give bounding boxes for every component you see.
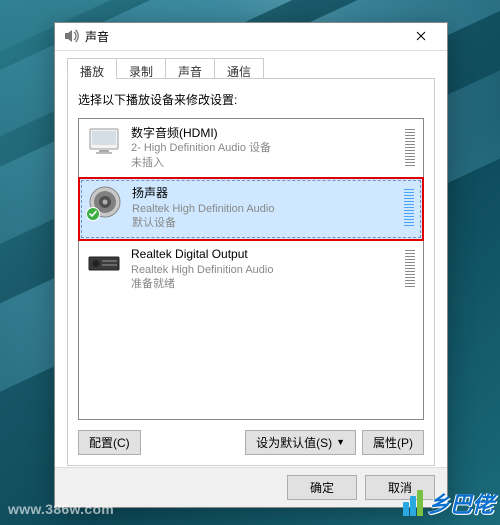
device-row-speakers[interactable]: 扬声器 Realtek High Definition Audio 默认设备 (80, 179, 422, 239)
monitor-icon (87, 125, 121, 159)
tabbar: 播放 录制 声音 通信 (55, 51, 447, 79)
chevron-down-icon: ▼ (336, 437, 345, 447)
titlebar: 声音 (55, 23, 447, 51)
default-check-icon (86, 207, 100, 221)
ok-button[interactable]: 确定 (287, 475, 357, 500)
panel-button-row: 配置(C) 设为默认值(S) ▼ 属性(P) (78, 430, 424, 455)
device-status: 默认设备 (132, 216, 398, 231)
tab-panel-playback: 选择以下播放设备来修改设置: 数字音频(HDMI) 2- High Defini… (67, 78, 435, 466)
close-button[interactable] (401, 24, 441, 48)
sound-icon (63, 28, 79, 44)
tab-communications[interactable]: 通信 (214, 58, 264, 79)
level-meter (404, 189, 414, 227)
receiver-icon (87, 246, 121, 280)
highlight-annotation: 扬声器 Realtek High Definition Audio 默认设备 (78, 177, 424, 241)
configure-button[interactable]: 配置(C) (78, 430, 141, 455)
device-row-hdmi[interactable]: 数字音频(HDMI) 2- High Definition Audio 设备 未… (79, 119, 423, 179)
device-list: 数字音频(HDMI) 2- High Definition Audio 设备 未… (78, 118, 424, 420)
device-desc: Realtek High Definition Audio (131, 263, 399, 278)
device-desc: Realtek High Definition Audio (132, 202, 398, 217)
level-meter (405, 250, 415, 288)
properties-button[interactable]: 属性(P) (362, 430, 424, 455)
device-info: Realtek Digital Output Realtek High Defi… (131, 246, 399, 292)
watermark-text: 乡巴佬 (428, 487, 494, 519)
device-desc: 2- High Definition Audio 设备 (131, 141, 399, 156)
tab-playback[interactable]: 播放 (67, 58, 117, 79)
instruction-text: 选择以下播放设备来修改设置: (78, 91, 424, 108)
device-status: 未插入 (131, 156, 399, 171)
tab-recording[interactable]: 录制 (116, 58, 166, 79)
speaker-icon (88, 185, 122, 219)
device-info: 扬声器 Realtek High Definition Audio 默认设备 (132, 185, 398, 231)
watermark-logo-icon (403, 490, 424, 516)
watermark-url: www.386w.com (8, 501, 114, 517)
device-name: 数字音频(HDMI) (131, 125, 399, 141)
device-row-digital-output[interactable]: Realtek Digital Output Realtek High Defi… (79, 240, 423, 300)
level-meter (405, 129, 415, 167)
btn-label: 确定 (310, 479, 334, 496)
device-status: 准备就绪 (131, 277, 399, 292)
watermark: 乡巴佬 (403, 487, 494, 519)
btn-label: 属性(P) (373, 434, 413, 451)
set-default-button[interactable]: 设为默认值(S) ▼ (245, 430, 356, 455)
tab-sounds[interactable]: 声音 (165, 58, 215, 79)
btn-label: 设为默认值(S) (256, 434, 332, 451)
sound-dialog: 声音 播放 录制 声音 通信 选择以下播放设备来修改设置: 数字音频(HDMI)… (54, 22, 448, 508)
device-name: Realtek Digital Output (131, 246, 399, 262)
btn-label: 配置(C) (89, 434, 130, 451)
device-name: 扬声器 (132, 185, 398, 201)
window-title: 声音 (85, 28, 401, 45)
device-info: 数字音频(HDMI) 2- High Definition Audio 设备 未… (131, 125, 399, 171)
